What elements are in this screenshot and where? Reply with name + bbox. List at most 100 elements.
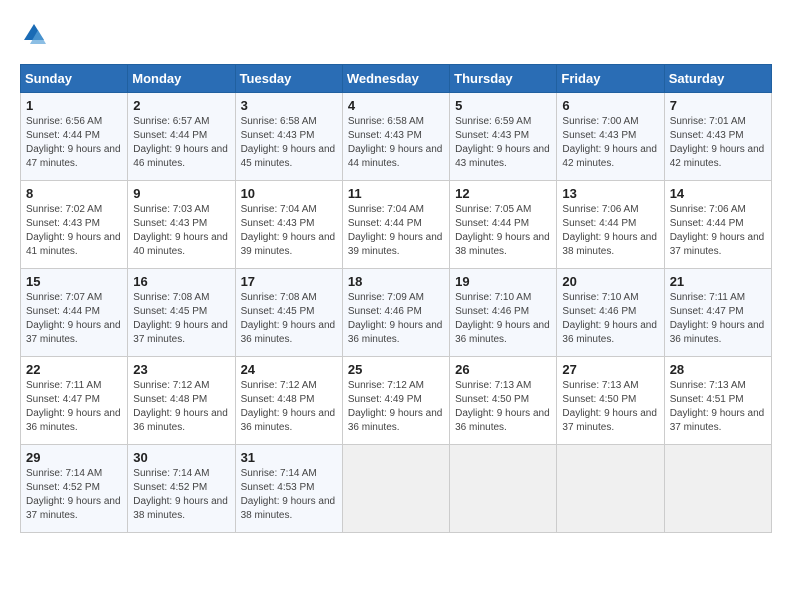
calendar-cell: 27 Sunrise: 7:13 AM Sunset: 4:50 PM Dayl…	[557, 357, 664, 445]
calendar-cell	[342, 445, 449, 533]
calendar-cell	[557, 445, 664, 533]
day-number: 29	[26, 450, 122, 465]
calendar-cell: 31 Sunrise: 7:14 AM Sunset: 4:53 PM Dayl…	[235, 445, 342, 533]
day-info: Sunrise: 7:11 AM Sunset: 4:47 PM Dayligh…	[26, 380, 121, 433]
day-info: Sunrise: 7:10 AM Sunset: 4:46 PM Dayligh…	[562, 292, 657, 345]
day-number: 8	[26, 186, 122, 201]
day-number: 9	[133, 186, 229, 201]
header	[20, 20, 772, 48]
calendar-cell: 2 Sunrise: 6:57 AM Sunset: 4:44 PM Dayli…	[128, 93, 235, 181]
calendar-cell: 11 Sunrise: 7:04 AM Sunset: 4:44 PM Dayl…	[342, 181, 449, 269]
calendar-cell: 3 Sunrise: 6:58 AM Sunset: 4:43 PM Dayli…	[235, 93, 342, 181]
calendar-cell: 7 Sunrise: 7:01 AM Sunset: 4:43 PM Dayli…	[664, 93, 771, 181]
day-info: Sunrise: 7:12 AM Sunset: 4:49 PM Dayligh…	[348, 380, 443, 433]
calendar-cell: 1 Sunrise: 6:56 AM Sunset: 4:44 PM Dayli…	[21, 93, 128, 181]
day-info: Sunrise: 7:08 AM Sunset: 4:45 PM Dayligh…	[241, 292, 336, 345]
calendar-cell: 14 Sunrise: 7:06 AM Sunset: 4:44 PM Dayl…	[664, 181, 771, 269]
day-number: 15	[26, 274, 122, 289]
day-number: 21	[670, 274, 766, 289]
calendar-body: 1 Sunrise: 6:56 AM Sunset: 4:44 PM Dayli…	[21, 93, 772, 533]
day-info: Sunrise: 7:02 AM Sunset: 4:43 PM Dayligh…	[26, 204, 121, 257]
day-number: 23	[133, 362, 229, 377]
day-info: Sunrise: 7:01 AM Sunset: 4:43 PM Dayligh…	[670, 116, 765, 169]
day-number: 26	[455, 362, 551, 377]
day-info: Sunrise: 7:11 AM Sunset: 4:47 PM Dayligh…	[670, 292, 765, 345]
day-number: 14	[670, 186, 766, 201]
day-info: Sunrise: 6:59 AM Sunset: 4:43 PM Dayligh…	[455, 116, 550, 169]
logo	[20, 20, 52, 48]
day-number: 12	[455, 186, 551, 201]
calendar-cell: 24 Sunrise: 7:12 AM Sunset: 4:48 PM Dayl…	[235, 357, 342, 445]
day-info: Sunrise: 7:14 AM Sunset: 4:53 PM Dayligh…	[241, 468, 336, 521]
day-header-wednesday: Wednesday	[342, 65, 449, 93]
calendar-cell: 19 Sunrise: 7:10 AM Sunset: 4:46 PM Dayl…	[450, 269, 557, 357]
calendar-table: SundayMondayTuesdayWednesdayThursdayFrid…	[20, 64, 772, 533]
calendar-cell: 13 Sunrise: 7:06 AM Sunset: 4:44 PM Dayl…	[557, 181, 664, 269]
day-info: Sunrise: 7:00 AM Sunset: 4:43 PM Dayligh…	[562, 116, 657, 169]
day-info: Sunrise: 7:07 AM Sunset: 4:44 PM Dayligh…	[26, 292, 121, 345]
calendar-cell: 25 Sunrise: 7:12 AM Sunset: 4:49 PM Dayl…	[342, 357, 449, 445]
calendar-cell: 5 Sunrise: 6:59 AM Sunset: 4:43 PM Dayli…	[450, 93, 557, 181]
day-number: 5	[455, 98, 551, 113]
calendar-cell: 23 Sunrise: 7:12 AM Sunset: 4:48 PM Dayl…	[128, 357, 235, 445]
day-info: Sunrise: 7:04 AM Sunset: 4:44 PM Dayligh…	[348, 204, 443, 257]
calendar-week-5: 29 Sunrise: 7:14 AM Sunset: 4:52 PM Dayl…	[21, 445, 772, 533]
day-info: Sunrise: 7:03 AM Sunset: 4:43 PM Dayligh…	[133, 204, 228, 257]
day-info: Sunrise: 6:58 AM Sunset: 4:43 PM Dayligh…	[348, 116, 443, 169]
calendar-cell: 15 Sunrise: 7:07 AM Sunset: 4:44 PM Dayl…	[21, 269, 128, 357]
day-number: 3	[241, 98, 337, 113]
day-info: Sunrise: 7:05 AM Sunset: 4:44 PM Dayligh…	[455, 204, 550, 257]
calendar-cell: 16 Sunrise: 7:08 AM Sunset: 4:45 PM Dayl…	[128, 269, 235, 357]
day-info: Sunrise: 7:09 AM Sunset: 4:46 PM Dayligh…	[348, 292, 443, 345]
day-info: Sunrise: 7:10 AM Sunset: 4:46 PM Dayligh…	[455, 292, 550, 345]
day-number: 18	[348, 274, 444, 289]
calendar-cell: 6 Sunrise: 7:00 AM Sunset: 4:43 PM Dayli…	[557, 93, 664, 181]
day-number: 10	[241, 186, 337, 201]
calendar-cell: 30 Sunrise: 7:14 AM Sunset: 4:52 PM Dayl…	[128, 445, 235, 533]
day-info: Sunrise: 6:56 AM Sunset: 4:44 PM Dayligh…	[26, 116, 121, 169]
day-info: Sunrise: 7:08 AM Sunset: 4:45 PM Dayligh…	[133, 292, 228, 345]
day-number: 6	[562, 98, 658, 113]
calendar-cell: 9 Sunrise: 7:03 AM Sunset: 4:43 PM Dayli…	[128, 181, 235, 269]
calendar-week-2: 8 Sunrise: 7:02 AM Sunset: 4:43 PM Dayli…	[21, 181, 772, 269]
day-number: 30	[133, 450, 229, 465]
day-info: Sunrise: 6:58 AM Sunset: 4:43 PM Dayligh…	[241, 116, 336, 169]
day-info: Sunrise: 7:13 AM Sunset: 4:50 PM Dayligh…	[455, 380, 550, 433]
calendar-cell	[450, 445, 557, 533]
day-info: Sunrise: 7:06 AM Sunset: 4:44 PM Dayligh…	[562, 204, 657, 257]
day-info: Sunrise: 7:12 AM Sunset: 4:48 PM Dayligh…	[133, 380, 228, 433]
day-number: 25	[348, 362, 444, 377]
day-info: Sunrise: 7:13 AM Sunset: 4:51 PM Dayligh…	[670, 380, 765, 433]
day-number: 11	[348, 186, 444, 201]
calendar-cell: 10 Sunrise: 7:04 AM Sunset: 4:43 PM Dayl…	[235, 181, 342, 269]
calendar-cell: 21 Sunrise: 7:11 AM Sunset: 4:47 PM Dayl…	[664, 269, 771, 357]
day-number: 20	[562, 274, 658, 289]
calendar-cell: 22 Sunrise: 7:11 AM Sunset: 4:47 PM Dayl…	[21, 357, 128, 445]
calendar-cell: 17 Sunrise: 7:08 AM Sunset: 4:45 PM Dayl…	[235, 269, 342, 357]
day-number: 19	[455, 274, 551, 289]
day-header-friday: Friday	[557, 65, 664, 93]
day-number: 17	[241, 274, 337, 289]
calendar-cell: 18 Sunrise: 7:09 AM Sunset: 4:46 PM Dayl…	[342, 269, 449, 357]
day-number: 4	[348, 98, 444, 113]
calendar-week-3: 15 Sunrise: 7:07 AM Sunset: 4:44 PM Dayl…	[21, 269, 772, 357]
day-header-sunday: Sunday	[21, 65, 128, 93]
calendar-cell: 4 Sunrise: 6:58 AM Sunset: 4:43 PM Dayli…	[342, 93, 449, 181]
day-number: 13	[562, 186, 658, 201]
day-header-saturday: Saturday	[664, 65, 771, 93]
calendar-cell: 8 Sunrise: 7:02 AM Sunset: 4:43 PM Dayli…	[21, 181, 128, 269]
calendar-cell: 29 Sunrise: 7:14 AM Sunset: 4:52 PM Dayl…	[21, 445, 128, 533]
day-number: 7	[670, 98, 766, 113]
calendar-week-1: 1 Sunrise: 6:56 AM Sunset: 4:44 PM Dayli…	[21, 93, 772, 181]
day-info: Sunrise: 7:13 AM Sunset: 4:50 PM Dayligh…	[562, 380, 657, 433]
day-number: 22	[26, 362, 122, 377]
day-number: 28	[670, 362, 766, 377]
calendar-cell: 12 Sunrise: 7:05 AM Sunset: 4:44 PM Dayl…	[450, 181, 557, 269]
day-number: 24	[241, 362, 337, 377]
logo-icon	[20, 20, 48, 48]
calendar-cell: 20 Sunrise: 7:10 AM Sunset: 4:46 PM Dayl…	[557, 269, 664, 357]
day-header-monday: Monday	[128, 65, 235, 93]
day-info: Sunrise: 7:14 AM Sunset: 4:52 PM Dayligh…	[133, 468, 228, 521]
day-number: 27	[562, 362, 658, 377]
day-header-thursday: Thursday	[450, 65, 557, 93]
